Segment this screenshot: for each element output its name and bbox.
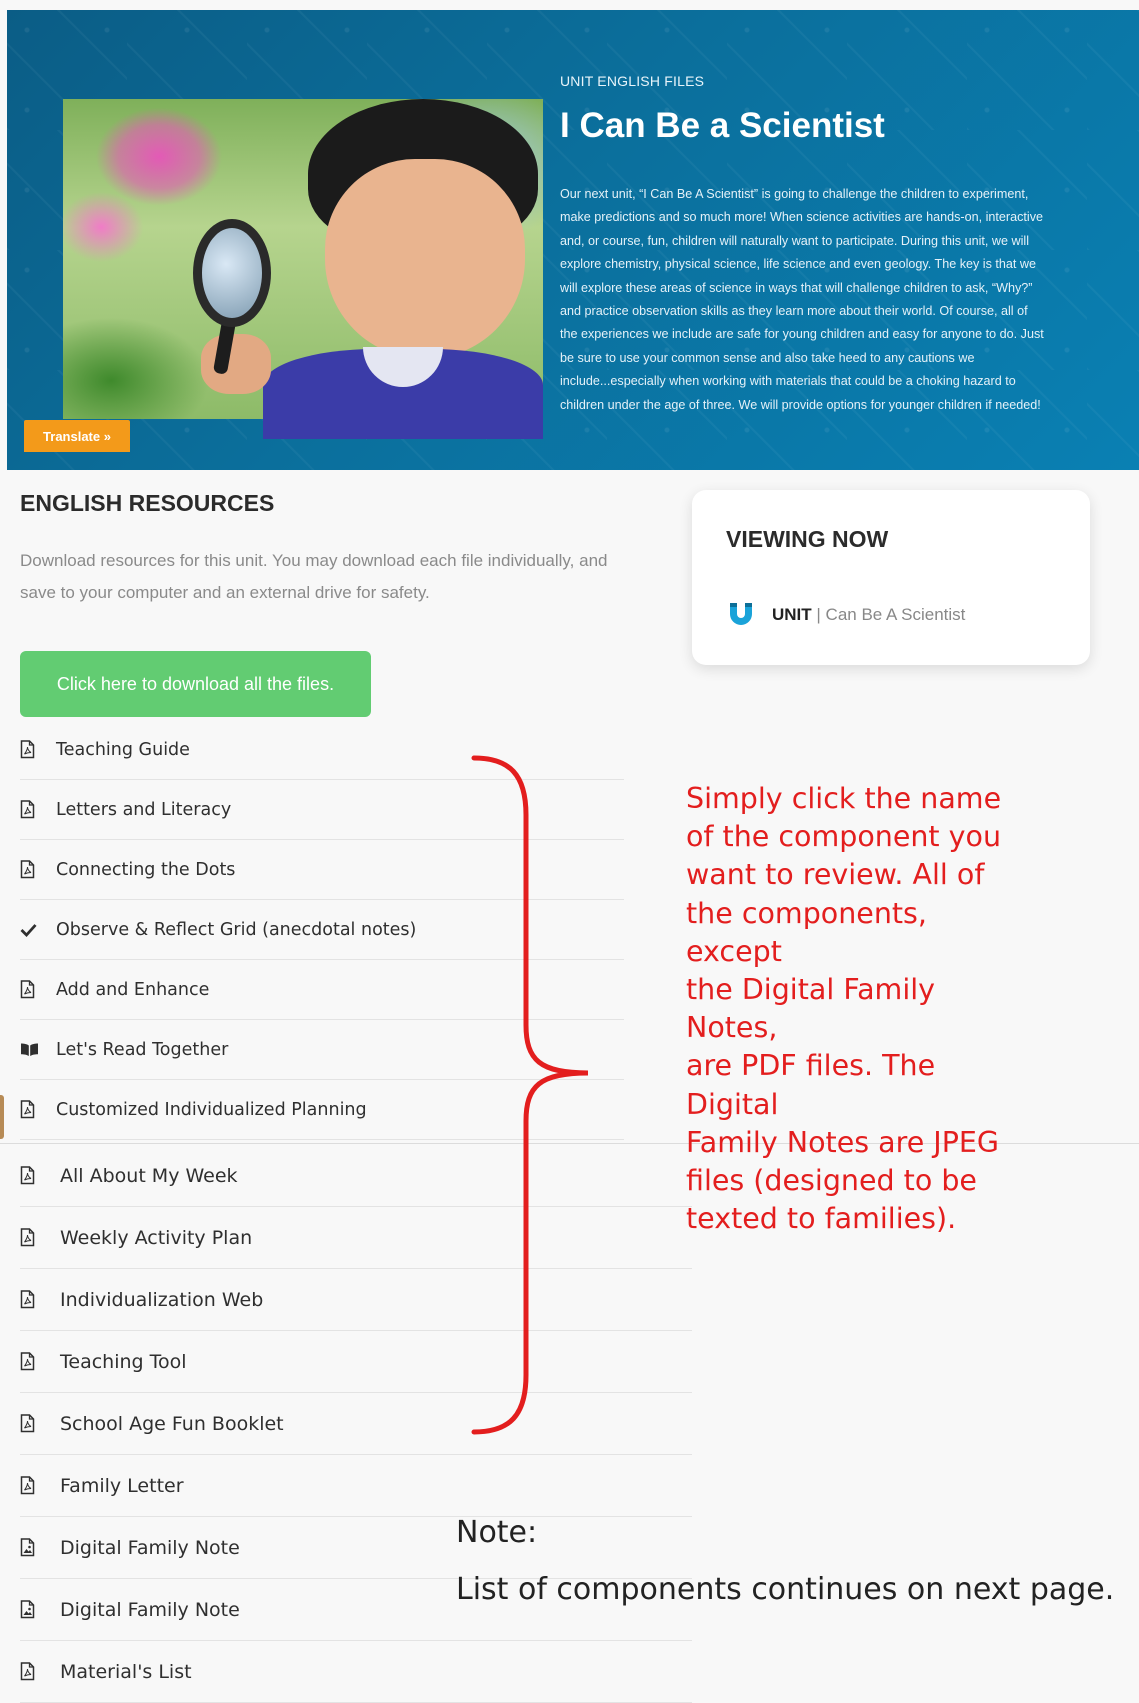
pdf-icon: [20, 1352, 60, 1371]
resource-item-label: Individualization Web: [60, 1288, 264, 1311]
resource-item-label: Teaching Guide: [56, 739, 190, 760]
resource-item-label: Connecting the Dots: [56, 859, 236, 880]
book-icon: [20, 1042, 56, 1057]
resource-item-label: School Age Fun Booklet: [60, 1412, 284, 1435]
magnet-icon: [730, 603, 752, 625]
annotation-line: want to review. All of: [686, 858, 985, 892]
check-icon: [20, 923, 56, 937]
pdf-icon: [20, 1662, 60, 1681]
annotation-line: the components, except: [686, 896, 927, 968]
hero-kicker: UNIT ENGLISH FILES: [560, 73, 705, 89]
unit-description: Our next unit, “I Can Be A Scientist” is…: [560, 187, 1044, 412]
pdf-icon: [20, 800, 56, 819]
viewing-unit-link[interactable]: UNIT | Can Be A Scientist: [726, 600, 965, 630]
magnifier-lens-shape: [193, 219, 271, 327]
continuation-note: Note: List of components continues on ne…: [456, 1504, 1114, 1618]
pdf-icon: [20, 980, 56, 999]
resource-item-label: Teaching Tool: [60, 1350, 187, 1373]
unit-hero-banner: UNIT ENGLISH FILES I Can Be a Scientist …: [7, 10, 1139, 470]
translate-button[interactable]: Translate »: [24, 420, 130, 452]
image-file-icon: [20, 1538, 60, 1557]
annotation-line: are PDF files. The Digital: [686, 1049, 936, 1121]
photo-face-shape: [325, 159, 525, 359]
resource-item-label: Observe & Reflect Grid (anecdotal notes): [56, 919, 417, 940]
unit-name: | Can Be A Scientist: [816, 605, 966, 624]
pdf-icon: [20, 740, 56, 759]
note-label: Note:: [456, 1515, 538, 1550]
resource-item-label: Family Letter: [60, 1474, 184, 1497]
resource-item-label: Digital Family Note: [60, 1536, 240, 1559]
image-file-icon: [20, 1600, 60, 1619]
resource-item-label: Let's Read Together: [56, 1039, 229, 1060]
download-all-button[interactable]: Click here to download all the files.: [20, 651, 371, 717]
annotation-line: the Digital Family Notes,: [686, 973, 936, 1045]
annotation-line: of the component you: [686, 820, 1002, 854]
viewing-now-card: VIEWING NOW UNIT | Can Be A Scientist: [692, 490, 1090, 665]
resources-description: Download resources for this unit. You ma…: [20, 551, 608, 602]
pdf-icon: [20, 1290, 60, 1309]
resource-item-label: Customized Individualized Planning: [56, 1099, 367, 1120]
annotation-line: files (designed to be: [686, 1164, 977, 1198]
resource-item-label: Weekly Activity Plan: [60, 1226, 253, 1249]
annotation-line: Family Notes are JPEG: [686, 1125, 999, 1159]
resource-item-label: All About My Week: [60, 1164, 238, 1187]
resource-item-label: Letters and Literacy: [56, 799, 232, 820]
pdf-icon: [20, 1100, 56, 1119]
resource-item-label: Add and Enhance: [56, 979, 210, 1000]
hero-photo-boy-with-magnifier: [63, 99, 543, 439]
pdf-icon: [20, 860, 56, 879]
annotation-line: Simply click the name: [686, 782, 1002, 815]
resource-item[interactable]: Material's List: [20, 1641, 692, 1703]
annotation-line: texted to families).: [686, 1202, 957, 1236]
unit-label: UNIT: [772, 605, 812, 624]
pdf-icon: [20, 1414, 60, 1433]
annotation-note: Simply click the name of the component yo…: [686, 780, 1026, 1238]
curly-brace-annotation: [471, 755, 589, 1435]
resource-item-label: Digital Family Note: [60, 1598, 240, 1621]
pdf-icon: [20, 1166, 60, 1185]
viewing-now-heading: VIEWING NOW: [726, 526, 889, 552]
photo-hand-shape: [201, 334, 271, 394]
pdf-icon: [20, 1228, 60, 1247]
page-title: I Can Be a Scientist: [560, 106, 885, 145]
pdf-icon: [20, 1476, 60, 1495]
left-edge-marker: [0, 1095, 4, 1139]
resources-heading: ENGLISH RESOURCES: [20, 490, 275, 516]
resource-item-label: Material's List: [60, 1660, 192, 1683]
note-continues-text: List of components continues on next pag…: [456, 1572, 1115, 1607]
